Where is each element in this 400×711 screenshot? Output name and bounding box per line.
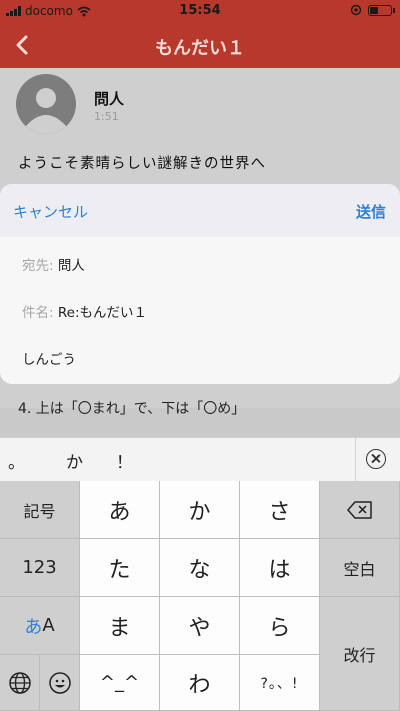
post-body-peek: 4. 上は「〇まれ」で、下は「〇め」: [18, 401, 246, 417]
key-ta[interactable]: た: [80, 539, 160, 597]
candidate-2[interactable]: か: [66, 448, 83, 473]
candidate-1[interactable]: 。: [8, 448, 25, 473]
candidate-bar: 。 か ！: [0, 437, 400, 482]
status-right: [350, 4, 395, 16]
candidate-3[interactable]: ！: [116, 448, 133, 473]
keyboard: 記号 あ か さ 123 た な は 空白 あA ま や ら 改行 ^_^ わ …: [0, 481, 400, 711]
key-na[interactable]: な: [160, 539, 240, 597]
cancel-button[interactable]: キャンセル: [13, 201, 88, 222]
emoji-key[interactable]: [40, 655, 80, 711]
key-ha[interactable]: は: [240, 539, 320, 597]
post-body: ようこそ素晴らしい謎解きの世界へ: [18, 156, 266, 172]
clock: 15:54: [179, 3, 221, 18]
mode-alpha-label: A: [42, 615, 55, 636]
status-bar: docomo 15:54: [0, 0, 400, 22]
post-author: 問人: [94, 90, 125, 108]
compose-sheet: キャンセル 送信 宛先: 問人 件名: Re:もんだい１ しんごう: [0, 184, 400, 384]
send-button[interactable]: 送信: [356, 201, 386, 222]
subject-label: 件名:: [22, 305, 54, 321]
to-label: 宛先:: [22, 258, 54, 274]
key-wa[interactable]: わ: [160, 655, 240, 711]
avatar: [16, 74, 76, 134]
key-numbers[interactable]: 123: [0, 539, 80, 597]
post-timestamp: 1:51: [94, 110, 119, 123]
compose-header: キャンセル 送信: [0, 184, 400, 237]
to-value: 問人: [57, 258, 85, 274]
globe-icon: [8, 671, 31, 694]
backspace-icon: [346, 500, 372, 519]
person-icon: [26, 88, 66, 134]
battery-icon: [368, 4, 395, 16]
orientation-lock-icon: [350, 4, 362, 16]
delete-key[interactable]: [320, 481, 400, 539]
key-a[interactable]: あ: [80, 481, 160, 539]
key-sa[interactable]: さ: [240, 481, 320, 539]
mode-kana-label: あ: [24, 616, 43, 638]
message-body-input[interactable]: しんごう: [22, 348, 76, 368]
key-ma[interactable]: ま: [80, 597, 160, 655]
return-key[interactable]: 改行: [320, 597, 400, 711]
key-ra[interactable]: ら: [240, 597, 320, 655]
key-punctuation[interactable]: ?。、!: [240, 655, 320, 711]
subject-value: Re:もんだい１: [57, 305, 147, 321]
navigation-bar: もんだい１: [0, 22, 400, 68]
input-mode-key[interactable]: あA: [0, 597, 80, 655]
key-symbols[interactable]: 記号: [0, 481, 80, 539]
subject-field[interactable]: 件名: Re:もんだい１: [22, 301, 147, 321]
to-field[interactable]: 宛先: 問人: [22, 254, 85, 274]
key-ya[interactable]: や: [160, 597, 240, 655]
page-title: もんだい１: [155, 38, 245, 59]
emoji-icon: [48, 671, 71, 694]
candidate-divider: [355, 438, 356, 482]
globe-key[interactable]: [0, 655, 40, 711]
battery-fill: [370, 6, 378, 14]
key-ka[interactable]: か: [160, 481, 240, 539]
key-kaomoji[interactable]: ^_^: [80, 655, 160, 711]
clear-icon[interactable]: [366, 449, 386, 469]
space-key[interactable]: 空白: [320, 539, 400, 597]
